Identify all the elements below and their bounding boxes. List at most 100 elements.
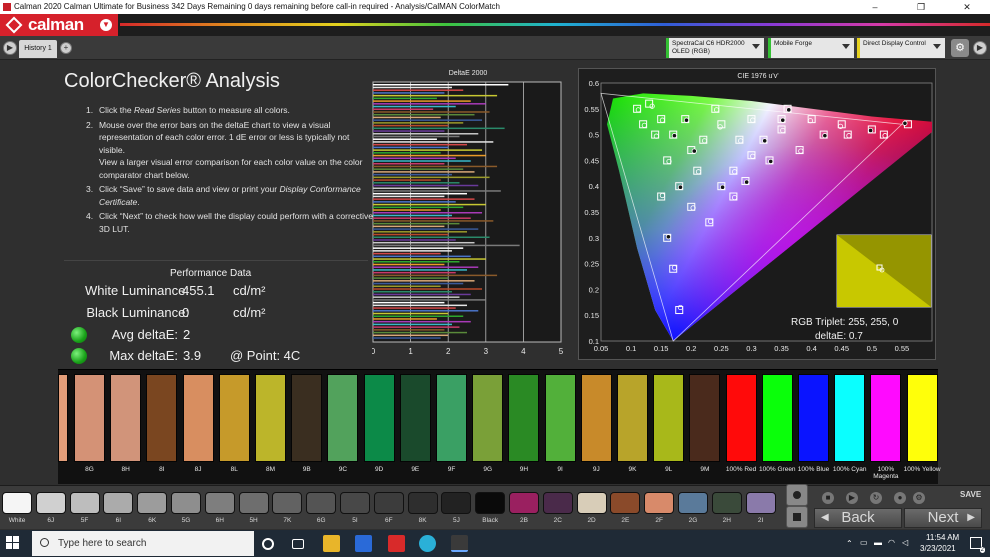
deltae-bar[interactable] bbox=[373, 312, 449, 315]
deltae-bar[interactable] bbox=[373, 217, 471, 219]
color-swatch[interactable]: 9C bbox=[327, 374, 359, 484]
patch-button[interactable]: 2F bbox=[643, 490, 675, 528]
measured-marker[interactable] bbox=[665, 234, 672, 240]
deltae-bar[interactable] bbox=[373, 111, 490, 113]
deltae-bar[interactable] bbox=[373, 171, 475, 173]
deltae-bar[interactable] bbox=[373, 244, 520, 247]
deltae-bar[interactable] bbox=[373, 149, 483, 151]
deltae-bar[interactable] bbox=[373, 162, 445, 165]
clock-date[interactable]: 3/23/2021 bbox=[920, 544, 956, 553]
patch-button[interactable]: 6H bbox=[204, 490, 236, 528]
color-swatch[interactable]: 9D bbox=[363, 374, 395, 484]
deltae-bar[interactable] bbox=[373, 105, 456, 108]
deltae-bar[interactable] bbox=[373, 222, 460, 225]
deltae-bar[interactable] bbox=[373, 182, 460, 184]
deltae-bar[interactable] bbox=[373, 301, 445, 304]
patch-button[interactable]: Black bbox=[474, 490, 506, 528]
deltae-bar[interactable] bbox=[373, 329, 445, 331]
patch-button[interactable]: 2D bbox=[576, 490, 608, 528]
deltae-bar[interactable] bbox=[373, 304, 467, 307]
deltae-bar[interactable] bbox=[373, 250, 452, 252]
patch-button[interactable]: White bbox=[1, 490, 33, 528]
deltae-bar[interactable] bbox=[373, 228, 479, 230]
measured-marker[interactable] bbox=[780, 117, 786, 123]
patch-button[interactable]: 2I bbox=[745, 490, 777, 528]
next-button[interactable]: Next ▶ bbox=[904, 508, 982, 528]
notification-icon[interactable]: 2 bbox=[970, 537, 985, 553]
color-swatch[interactable]: 8J bbox=[182, 374, 214, 484]
color-swatch[interactable]: 9J bbox=[580, 374, 612, 484]
deltae-bar[interactable] bbox=[373, 124, 449, 127]
tab-history[interactable]: History 1 bbox=[19, 40, 57, 58]
measured-marker[interactable] bbox=[719, 184, 726, 190]
color-swatch[interactable]: 9I bbox=[544, 374, 576, 484]
pattern-device-selector[interactable]: Mobile Forge bbox=[768, 38, 854, 58]
measured-marker[interactable] bbox=[868, 127, 874, 134]
battery-icon[interactable]: ▬ bbox=[874, 538, 882, 547]
patch-button[interactable]: 2B bbox=[508, 490, 540, 528]
deltae-bar[interactable] bbox=[373, 116, 441, 119]
deltae-bar[interactable] bbox=[373, 195, 445, 198]
deltae-bar[interactable] bbox=[373, 179, 441, 181]
chevron-up-icon[interactable]: ⌃ bbox=[846, 539, 853, 548]
maximize-button[interactable]: ❐ bbox=[898, 0, 944, 14]
deltae-bar[interactable] bbox=[373, 263, 445, 266]
patch-button[interactable]: 6K bbox=[136, 490, 168, 528]
deltae-bar[interactable] bbox=[373, 247, 464, 249]
patch-button[interactable]: 2G bbox=[677, 490, 709, 528]
calman-taskbar-icon[interactable] bbox=[451, 535, 468, 552]
deltae-bar[interactable] bbox=[373, 173, 452, 176]
windows-start-icon[interactable] bbox=[6, 536, 20, 550]
deltae-bar[interactable] bbox=[373, 285, 441, 288]
measured-marker[interactable] bbox=[902, 120, 908, 126]
deltae-bar[interactable] bbox=[373, 138, 437, 140]
deltae-bar[interactable] bbox=[373, 203, 486, 206]
deltae-bar[interactable] bbox=[373, 152, 441, 154]
color-swatch[interactable]: 9E bbox=[399, 374, 431, 484]
deltae-bar[interactable] bbox=[373, 176, 490, 179]
task-view-icon[interactable] bbox=[292, 539, 304, 549]
color-swatch[interactable]: 9B bbox=[291, 374, 323, 484]
color-swatch[interactable]: 100% Cyan bbox=[833, 374, 866, 484]
deltae-bar[interactable] bbox=[373, 315, 464, 317]
deltae-bar[interactable] bbox=[373, 233, 449, 236]
color-swatch[interactable]: 9G bbox=[472, 374, 504, 484]
patch-button[interactable]: 7K bbox=[271, 490, 303, 528]
color-swatch[interactable]: 100% Green bbox=[759, 374, 796, 484]
color-swatch[interactable] bbox=[58, 374, 68, 484]
play-arrow-icon[interactable]: ▶ bbox=[3, 41, 17, 55]
deltae-bar[interactable] bbox=[373, 122, 464, 124]
mail-icon[interactable] bbox=[355, 535, 372, 552]
deltae-bar[interactable] bbox=[373, 154, 486, 157]
deltae-bar[interactable] bbox=[373, 266, 479, 268]
deltae-bar[interactable] bbox=[373, 209, 441, 211]
close-button[interactable]: ✕ bbox=[944, 0, 990, 14]
deltae-bar[interactable] bbox=[373, 277, 449, 279]
wifi-icon[interactable]: ◠ bbox=[888, 538, 895, 547]
color-swatch[interactable]: 100% Blue bbox=[798, 374, 829, 484]
deltae-bar[interactable] bbox=[373, 119, 483, 121]
patch-button[interactable]: 8K bbox=[407, 490, 439, 528]
settings-gear-icon[interactable]: ⚙ bbox=[951, 39, 969, 57]
add-tab-button[interactable]: + bbox=[60, 42, 72, 54]
cortana-icon[interactable] bbox=[262, 538, 274, 550]
back-button[interactable]: ◀ Back bbox=[814, 508, 902, 528]
network-icon[interactable]: ▭ bbox=[860, 538, 868, 547]
save-button[interactable]: SAVE bbox=[960, 490, 981, 499]
deltae-bar[interactable] bbox=[373, 86, 452, 89]
stop-icon[interactable]: ■ bbox=[822, 492, 834, 504]
deltae-bar[interactable] bbox=[373, 236, 490, 239]
deltae-bar[interactable] bbox=[373, 225, 445, 228]
color-swatch[interactable]: 100% Red bbox=[725, 374, 757, 484]
forward-arrow-icon[interactable]: ▶ bbox=[973, 41, 987, 55]
color-swatch[interactable]: 8I bbox=[146, 374, 178, 484]
deltae-bar[interactable] bbox=[373, 92, 445, 94]
deltae-bar[interactable] bbox=[373, 103, 486, 105]
patch-button[interactable]: 5I bbox=[339, 490, 371, 528]
taskbar-search-input[interactable]: Type here to search bbox=[32, 531, 254, 556]
measured-marker[interactable] bbox=[691, 148, 697, 154]
deltae-bar[interactable] bbox=[373, 89, 464, 91]
patch-button[interactable]: 5F bbox=[69, 490, 101, 528]
deltae-bar[interactable] bbox=[373, 331, 467, 334]
patch-button[interactable]: 2H bbox=[711, 490, 743, 528]
